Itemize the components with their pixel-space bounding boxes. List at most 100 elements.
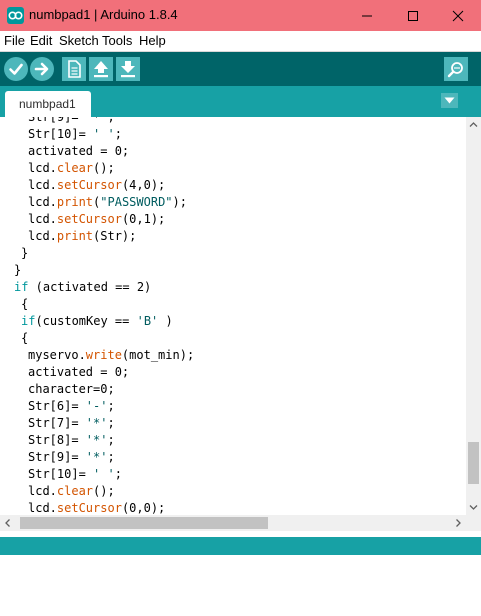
code-token: character=0; xyxy=(28,382,115,396)
serial-monitor-button[interactable] xyxy=(444,57,468,81)
code-token: ; xyxy=(107,450,115,464)
code-token: ' ' xyxy=(93,127,115,141)
scroll-right-icon[interactable] xyxy=(450,515,466,531)
code-line: lcd.print("PASSWORD"); xyxy=(28,194,187,211)
tab-menu-icon xyxy=(444,97,455,104)
minimize-icon xyxy=(362,15,372,17)
code-line: lcd.clear(); xyxy=(28,160,115,177)
code-token: { xyxy=(21,297,29,311)
code-token: print xyxy=(56,229,94,243)
code-token: ' ' xyxy=(93,467,115,481)
horizontal-scroll-thumb[interactable] xyxy=(20,517,268,529)
code-line: lcd.setCursor(0,0); xyxy=(28,500,165,515)
code-token: (customKey == xyxy=(35,314,137,328)
code-token: (); xyxy=(93,161,115,175)
menu-file[interactable]: File xyxy=(4,33,25,48)
verify-button[interactable] xyxy=(4,57,28,81)
horizontal-scrollbar[interactable] xyxy=(0,515,466,531)
code-token: if xyxy=(21,314,36,328)
code-line: lcd.print(Str); xyxy=(28,228,136,245)
close-icon xyxy=(452,10,464,22)
tab-label: numbpad1 xyxy=(19,97,76,111)
verify-icon xyxy=(9,63,23,75)
code-token: '-' xyxy=(85,399,108,413)
menu-edit[interactable]: Edit xyxy=(30,33,52,48)
code-token: } xyxy=(21,246,29,260)
maximize-button[interactable] xyxy=(390,0,436,31)
maximize-icon xyxy=(408,11,418,21)
code-token: '*' xyxy=(85,433,108,447)
code-token: '*' xyxy=(85,450,108,464)
close-button[interactable] xyxy=(435,0,481,31)
code-token: lcd. xyxy=(28,484,57,498)
code-token: (Str); xyxy=(93,229,137,243)
code-line: Str[6]= '-'; xyxy=(28,398,115,415)
code-line: lcd.clear(); xyxy=(28,483,115,500)
scroll-left-icon[interactable] xyxy=(0,515,16,531)
minimize-button[interactable] xyxy=(344,0,390,31)
code-line: Str[9]= '*'; xyxy=(28,117,115,126)
code-token: '*' xyxy=(85,416,108,430)
save-button[interactable] xyxy=(116,57,140,81)
code-line: lcd.setCursor(4,0); xyxy=(28,177,165,194)
code-line: myservo.write(mot_min); xyxy=(28,347,194,364)
code-token: Str[10]= xyxy=(28,127,94,141)
code-token: Str[6]= xyxy=(28,399,86,413)
code-line: { xyxy=(21,296,28,313)
code-line: activated = 0; xyxy=(28,364,129,381)
new-button[interactable] xyxy=(62,57,86,81)
code-token: ) xyxy=(158,314,173,328)
code-token: ); xyxy=(172,195,187,209)
code-token: ; xyxy=(107,433,115,447)
code-line: activated = 0; xyxy=(28,143,129,160)
code-token: } xyxy=(14,263,22,277)
tab-menu-button[interactable] xyxy=(441,93,458,108)
code-line: Str[9]= '*'; xyxy=(28,449,115,466)
code-token: setCursor xyxy=(56,178,122,192)
vertical-scrollbar[interactable] xyxy=(466,117,481,515)
upload-button[interactable] xyxy=(30,57,54,81)
tab-bar: numbpad1 xyxy=(0,86,481,117)
code-token: "PASSWORD" xyxy=(100,195,173,209)
status-bar xyxy=(0,537,481,555)
code-line: Str[8]= '*'; xyxy=(28,432,115,449)
code-token: ; xyxy=(114,467,122,481)
code-token: (activated == 2) xyxy=(28,280,152,294)
code-token: lcd. xyxy=(28,501,57,515)
code-token: (mot_min); xyxy=(121,348,195,362)
code-line: } xyxy=(14,262,21,279)
code-token: setCursor xyxy=(56,212,122,226)
open-button[interactable] xyxy=(89,57,113,81)
code-token: activated = 0; xyxy=(28,365,130,379)
vertical-scroll-thumb[interactable] xyxy=(468,442,479,484)
code-token: Str[9]= xyxy=(28,450,86,464)
code-line: if(customKey == 'B' ) xyxy=(21,313,173,330)
code-token: print xyxy=(56,195,94,209)
code-line: Str[7]= '*'; xyxy=(28,415,115,432)
code-line: character=0; xyxy=(28,381,115,398)
code-token: setCursor xyxy=(56,501,122,515)
menu-sketch[interactable]: Sketch xyxy=(59,33,99,48)
menu-help[interactable]: Help xyxy=(139,33,166,48)
scroll-up-icon[interactable] xyxy=(466,117,481,132)
code-line: Str[10]= ' '; xyxy=(28,126,122,143)
code-editor[interactable]: Str[9]= '*'; Str[10]= ' '; activated = 0; l… xyxy=(0,117,466,515)
code-token: myservo. xyxy=(28,348,86,362)
new-icon xyxy=(68,60,81,78)
serial-monitor-icon xyxy=(447,62,463,78)
menu-tools[interactable]: Tools xyxy=(102,33,132,48)
code-token: ; xyxy=(107,416,115,430)
code-token: write xyxy=(85,348,122,362)
code-token: ; xyxy=(107,399,115,413)
menu-bar: File Edit Sketch Tools Help xyxy=(0,31,481,51)
code-token: lcd. xyxy=(28,178,57,192)
code-line: } xyxy=(21,245,28,262)
tab-numbpad1[interactable]: numbpad1 xyxy=(5,91,91,117)
code-token: clear xyxy=(56,484,94,498)
save-icon xyxy=(121,61,135,78)
title-bar: numbpad1 | Arduino 1.8.4 xyxy=(0,0,481,31)
scroll-down-icon[interactable] xyxy=(466,500,481,515)
code-token: Str[10]= xyxy=(28,467,94,481)
code-line: Str[10]= ' '; xyxy=(28,466,122,483)
code-token: (); xyxy=(93,484,115,498)
